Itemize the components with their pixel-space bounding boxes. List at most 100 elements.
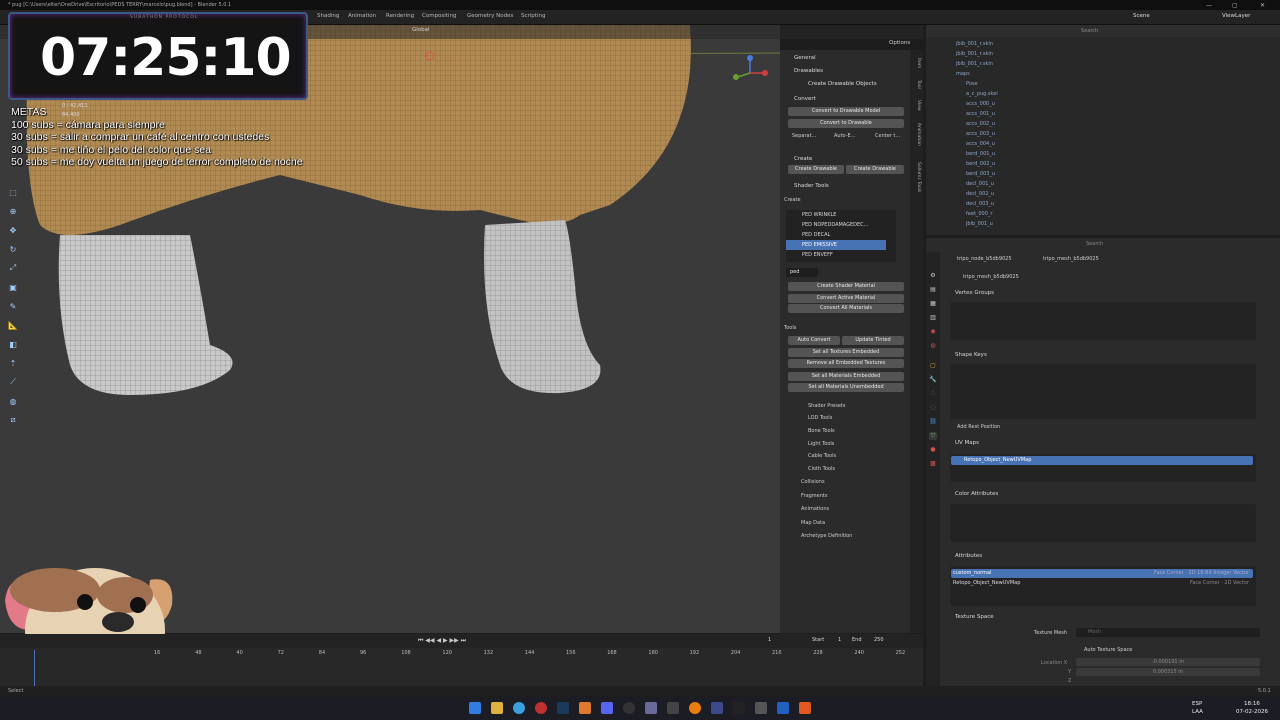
list-item[interactable]: PED DECAL bbox=[786, 230, 886, 240]
minimize-icon[interactable]: — bbox=[1206, 2, 1212, 9]
location-x-field[interactable]: -0.000191 m bbox=[1076, 658, 1260, 666]
playback-controls[interactable]: ⏮ ◀◀ ◀ ▶ ▶▶ ⏭ bbox=[418, 637, 466, 645]
current-frame-field[interactable]: 1 bbox=[768, 637, 771, 643]
keyboard-layout[interactable]: LAA bbox=[1192, 709, 1203, 715]
clock-date[interactable]: 07-02-2026 bbox=[1236, 709, 1268, 715]
tab-shading[interactable]: Shading bbox=[317, 13, 339, 19]
view-layer-selector[interactable]: ViewLayer bbox=[1222, 13, 1250, 19]
obs-icon[interactable] bbox=[623, 702, 635, 714]
material-tab-icon[interactable]: ● bbox=[929, 446, 937, 454]
tab-animation-side[interactable]: Animation bbox=[913, 123, 921, 146]
outliner-row[interactable]: Pose bbox=[966, 81, 978, 90]
animations-panel[interactable]: Animations bbox=[801, 506, 829, 512]
object-tab-icon[interactable]: ▢ bbox=[929, 362, 937, 370]
knife-tool-icon[interactable]: ⟋ bbox=[6, 375, 20, 389]
modifiers-tab-icon[interactable]: 🔧 bbox=[929, 376, 937, 384]
outliner-row[interactable]: maps bbox=[956, 71, 970, 80]
smooth-tool-icon[interactable]: ◍ bbox=[6, 394, 20, 408]
outliner-row[interactable]: a_c_pug.skel bbox=[966, 91, 998, 100]
location-y-field[interactable]: 0.000315 m bbox=[1076, 668, 1260, 676]
blender-icon[interactable] bbox=[689, 702, 701, 714]
shader-tools-header[interactable]: Shader Tools bbox=[780, 180, 910, 192]
outliner-row[interactable]: jbib_001_r.skin bbox=[956, 41, 993, 50]
clock-time[interactable]: 18:16 bbox=[1244, 701, 1260, 707]
app-icon-2[interactable] bbox=[711, 702, 723, 714]
maximize-icon[interactable]: ▢ bbox=[1232, 2, 1238, 9]
scene-tab-icon[interactable]: ◉ bbox=[929, 328, 937, 336]
outliner-row[interactable]: accs_003_u bbox=[966, 131, 995, 140]
cable-tools-subpanel[interactable]: Cable Tools bbox=[808, 453, 836, 459]
shader-presets-subpanel[interactable]: Shader Presets bbox=[808, 403, 846, 409]
tab-geometry-nodes[interactable]: Geometry Nodes bbox=[467, 13, 513, 19]
tab-animation[interactable]: Animation bbox=[348, 13, 376, 19]
settings-icon[interactable] bbox=[645, 702, 657, 714]
convert-to-drawable-model-button[interactable]: Convert to Drawable Model bbox=[788, 107, 904, 116]
collisions-panel[interactable]: Collisions bbox=[801, 479, 825, 485]
outliner-row[interactable]: jbib_001_u bbox=[966, 221, 993, 230]
attribute-row-selected[interactable]: custom_normal Face Corner · 2D 16-Bit In… bbox=[951, 569, 1253, 578]
drawables-panel-header[interactable]: Drawables bbox=[780, 65, 910, 77]
list-item[interactable]: PED WRINKLE bbox=[786, 210, 886, 220]
convert-to-drawable-button[interactable]: Convert to Drawable bbox=[788, 119, 904, 128]
color-attributes-header[interactable]: Color Attributes bbox=[955, 491, 998, 497]
physics-tab-icon[interactable]: ◌ bbox=[929, 404, 937, 412]
outliner-row[interactable]: berd_002_u bbox=[966, 161, 995, 170]
convert-active-material-button[interactable]: Convert Active Material bbox=[788, 294, 904, 303]
output-tab-icon[interactable]: ▦ bbox=[929, 300, 937, 308]
outliner-row[interactable]: berd_001_u bbox=[966, 151, 995, 160]
opera-icon[interactable] bbox=[535, 702, 547, 714]
separate-checkbox[interactable]: Separat... bbox=[792, 133, 816, 139]
outliner-row[interactable]: accs_001_u bbox=[966, 111, 995, 120]
world-tab-icon[interactable]: ◍ bbox=[929, 342, 937, 350]
list-item[interactable]: PED NOPEDDAMAGEDEC... bbox=[786, 220, 886, 230]
set-materials-embedded-button[interactable]: Set all Materials Embedded bbox=[788, 372, 904, 381]
file-explorer-icon[interactable] bbox=[491, 702, 503, 714]
data-tab-icon[interactable]: ▽ bbox=[929, 432, 937, 440]
map-data-panel[interactable]: Map Data bbox=[801, 520, 825, 526]
cursor-tool-icon[interactable]: ⊕ bbox=[6, 204, 20, 218]
uv-maps-header[interactable]: UV Maps bbox=[955, 440, 979, 446]
outliner-row[interactable]: decl_002_u bbox=[966, 191, 994, 200]
update-tinted-button[interactable]: Update Tinted bbox=[842, 336, 904, 345]
annotate-tool-icon[interactable]: ✎ bbox=[6, 299, 20, 313]
add-cube-tool-icon[interactable]: ◧ bbox=[6, 337, 20, 351]
shear-tool-icon[interactable]: ⧄ bbox=[6, 413, 20, 427]
create-drawable-button-2[interactable]: Create Drawable bbox=[846, 165, 904, 174]
outliner-row[interactable]: accs_000_u bbox=[966, 101, 995, 110]
create-shader-material-button[interactable]: Create Shader Material bbox=[788, 282, 904, 291]
light-tools-subpanel[interactable]: Light Tools bbox=[808, 441, 834, 447]
end-frame-field[interactable]: 250 bbox=[874, 637, 884, 643]
shader-filter-input[interactable]: ped bbox=[786, 268, 818, 277]
shape-keys-header[interactable]: Shape Keys bbox=[955, 352, 987, 358]
outliner-row[interactable]: jbib_001_r.skin bbox=[956, 61, 993, 70]
bone-tools-subpanel[interactable]: Bone Tools bbox=[808, 428, 835, 434]
tab-tool[interactable]: Tool bbox=[913, 80, 921, 89]
outliner-search-input[interactable]: Search bbox=[1081, 28, 1098, 34]
create-drawable-objects-header[interactable]: Create Drawable Objects bbox=[780, 78, 910, 90]
archetype-definition-panel[interactable]: Archetype Definition bbox=[801, 533, 852, 539]
fragments-panel[interactable]: Fragments bbox=[801, 493, 828, 499]
shape-keys-list[interactable] bbox=[950, 364, 1256, 419]
playhead[interactable] bbox=[34, 650, 35, 686]
app-icon-5[interactable] bbox=[777, 702, 789, 714]
set-textures-embedded-button[interactable]: Set all Textures Embedded bbox=[788, 348, 904, 357]
set-materials-unembedded-button[interactable]: Set all Materials Unembedded bbox=[788, 383, 904, 392]
texture-tab-icon[interactable]: ▩ bbox=[929, 460, 937, 468]
discord-icon[interactable] bbox=[601, 702, 613, 714]
add-rest-position-checkbox[interactable]: Add Rest Position bbox=[957, 424, 1000, 430]
auto-texture-space-checkbox[interactable]: Auto Texture Space bbox=[1084, 647, 1132, 653]
render-tab-icon[interactable]: ▤ bbox=[929, 286, 937, 294]
outliner-row[interactable]: decl_001_u bbox=[966, 181, 994, 190]
rotate-tool-icon[interactable]: ↻ bbox=[6, 242, 20, 256]
attribute-row[interactable]: Retopo_Object_NewUVMap Face Corner · 2D … bbox=[951, 579, 1253, 588]
properties-search-input[interactable]: Search bbox=[1086, 241, 1103, 247]
start-frame-field[interactable]: 1 bbox=[838, 637, 841, 643]
vertex-groups-header[interactable]: Vertex Groups bbox=[955, 290, 994, 296]
measure-tool-icon[interactable]: 📐 bbox=[6, 318, 20, 332]
transform-tool-icon[interactable]: ▣ bbox=[6, 280, 20, 294]
tab-view[interactable]: View bbox=[913, 100, 921, 111]
outliner-row[interactable]: berd_003_u bbox=[966, 171, 995, 180]
lod-tools-subpanel[interactable]: LOD Tools bbox=[808, 415, 832, 421]
outliner-row[interactable]: jbib_001_r.skin bbox=[956, 51, 993, 60]
mesh-name-field[interactable]: tripo_mesh_b5db9025 bbox=[963, 274, 1019, 280]
